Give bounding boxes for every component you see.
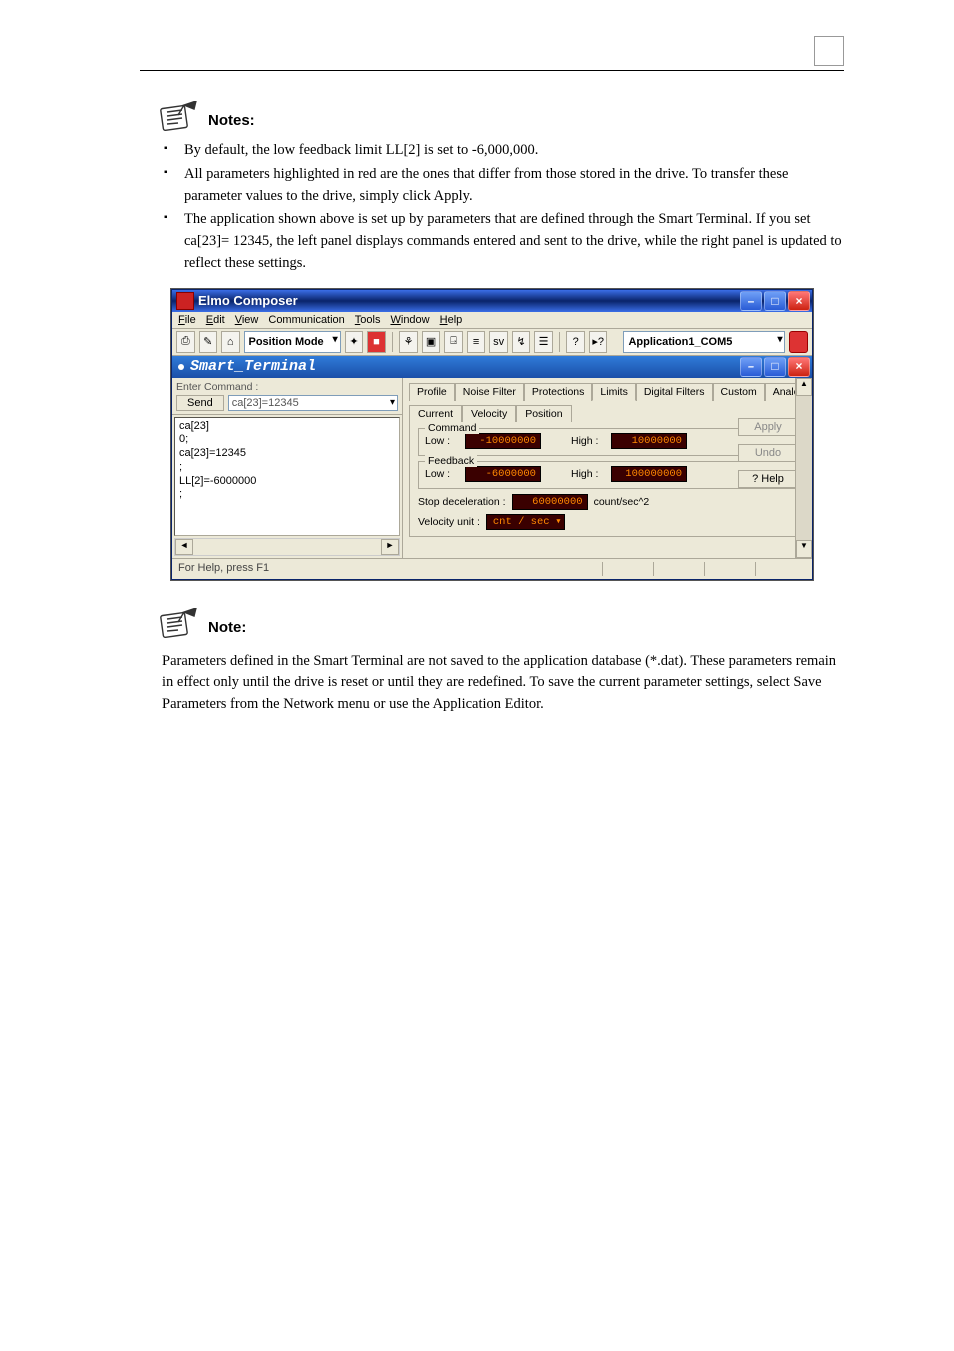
notes-heading: Notes: bbox=[208, 112, 255, 129]
application-select[interactable]: Application1_COM5 bbox=[623, 331, 785, 353]
feedback-low-field[interactable]: -6000000 bbox=[465, 466, 541, 482]
close-button[interactable]: × bbox=[788, 291, 810, 311]
page-number-box bbox=[814, 36, 844, 66]
command-history[interactable]: ca[23] 0; ca[23]=12345 ; LL[2]=-6000000 … bbox=[174, 417, 400, 536]
child-window-title: Smart_Terminal bbox=[190, 358, 316, 375]
menu-communication[interactable]: Communication bbox=[268, 314, 344, 326]
status-bar: For Help, press F1 bbox=[172, 558, 812, 579]
help-button[interactable]: ? Help bbox=[738, 470, 798, 488]
elmo-composer-window: Elmo Composer – □ × File Edit View Commu… bbox=[171, 289, 813, 580]
status-text: For Help, press F1 bbox=[178, 562, 269, 576]
label-high: High : bbox=[571, 468, 605, 480]
toolbar-button[interactable]: ⌂ bbox=[221, 331, 240, 353]
tab-protections[interactable]: Protections bbox=[524, 383, 593, 401]
feedback-high-field[interactable]: 100000000 bbox=[611, 466, 687, 482]
smart-terminal-window: Smart_Terminal – □ × Enter Command : Sen… bbox=[172, 356, 812, 558]
tab-digital-filters[interactable]: Digital Filters bbox=[636, 383, 713, 401]
tab-custom[interactable]: Custom bbox=[713, 383, 765, 401]
window-title: Elmo Composer bbox=[198, 293, 298, 308]
horizontal-scrollbar[interactable]: ◄ ► bbox=[174, 538, 400, 556]
label-low: Low : bbox=[425, 468, 459, 480]
stop-deceleration-field[interactable]: 60000000 bbox=[512, 494, 588, 510]
minimize-button[interactable]: – bbox=[740, 291, 762, 311]
help-icon[interactable]: ? bbox=[566, 331, 585, 353]
menu-view[interactable]: View bbox=[235, 314, 259, 326]
subtab-velocity[interactable]: Velocity bbox=[462, 405, 516, 422]
apply-button[interactable]: Apply bbox=[738, 418, 798, 436]
command-high-field[interactable]: 10000000 bbox=[611, 433, 687, 449]
scroll-down-icon[interactable]: ▼ bbox=[796, 540, 812, 558]
toolbar: ⎙ ✎ ⌂ Position Mode ✦ ■ ⚘ ▣ ⍈ ≡ sv ↯ ☰ ?… bbox=[172, 329, 812, 356]
toolbar-button[interactable]: ≡ bbox=[467, 331, 486, 353]
toolbar-button[interactable]: ▣ bbox=[422, 331, 441, 353]
toolbar-button[interactable]: ✎ bbox=[199, 331, 218, 353]
menubar: File Edit View Communication Tools Windo… bbox=[172, 312, 812, 329]
note-heading: Note: bbox=[208, 619, 246, 636]
scroll-up-icon[interactable]: ▲ bbox=[796, 378, 812, 396]
velocity-unit-select[interactable]: cnt / sec bbox=[486, 514, 565, 530]
context-help-icon[interactable]: ▸? bbox=[589, 331, 608, 353]
properties-pane: Profile Noise Filter Protections Limits … bbox=[403, 378, 812, 558]
subtab-position[interactable]: Position bbox=[516, 405, 571, 422]
label-velocity-unit: Velocity unit : bbox=[418, 516, 480, 528]
note-icon bbox=[158, 608, 198, 640]
send-button[interactable]: Send bbox=[176, 395, 224, 411]
help-icon: ? bbox=[752, 473, 758, 485]
toolbar-button[interactable]: ☰ bbox=[534, 331, 553, 353]
toolbar-button[interactable]: ⚘ bbox=[399, 331, 418, 353]
maximize-button[interactable]: □ bbox=[764, 291, 786, 311]
toolbar-button[interactable]: sv bbox=[489, 331, 508, 353]
child-window-icon bbox=[178, 364, 184, 370]
stop-button[interactable]: ■ bbox=[367, 331, 386, 353]
toolbar-button[interactable]: ✦ bbox=[345, 331, 364, 353]
menu-file[interactable]: File bbox=[178, 314, 196, 326]
note-item: By default, the low feedback limit LL[2]… bbox=[160, 140, 844, 162]
app-icon bbox=[176, 292, 194, 310]
label-stop-unit: count/sec^2 bbox=[594, 496, 650, 508]
scroll-left-icon[interactable]: ◄ bbox=[175, 539, 193, 555]
menu-window[interactable]: Window bbox=[390, 314, 429, 326]
undo-button[interactable]: Undo bbox=[738, 444, 798, 462]
label-low: Low : bbox=[425, 435, 459, 447]
toolbar-button[interactable]: ⍈ bbox=[444, 331, 463, 353]
child-minimize-button[interactable]: – bbox=[740, 357, 762, 377]
scroll-right-icon[interactable]: ► bbox=[381, 539, 399, 555]
command-low-field[interactable]: -10000000 bbox=[465, 433, 541, 449]
note-icon bbox=[158, 101, 198, 133]
subtab-current[interactable]: Current bbox=[409, 405, 462, 422]
terminal-pane: Enter Command : Send ca[23]=12345 ca[23]… bbox=[172, 378, 403, 558]
mode-select[interactable]: Position Mode bbox=[244, 331, 341, 353]
label-stop-deceleration: Stop deceleration : bbox=[418, 496, 506, 508]
group-feedback-title: Feedback bbox=[425, 455, 477, 467]
record-button[interactable] bbox=[789, 331, 808, 353]
menu-tools[interactable]: Tools bbox=[355, 314, 381, 326]
note-item: All parameters highlighted in red are th… bbox=[160, 164, 844, 208]
note-item: The application shown above is set up by… bbox=[160, 209, 844, 274]
group-command-title: Command bbox=[425, 422, 479, 434]
label-high: High : bbox=[571, 435, 605, 447]
toolbar-button[interactable]: ↯ bbox=[512, 331, 531, 353]
tab-profile[interactable]: Profile bbox=[409, 383, 455, 401]
tab-noise-filter[interactable]: Noise Filter bbox=[455, 383, 524, 401]
titlebar[interactable]: Elmo Composer – □ × bbox=[172, 290, 812, 312]
toolbar-button[interactable]: ⎙ bbox=[176, 331, 195, 353]
vertical-scrollbar[interactable]: ▲ ▼ bbox=[795, 378, 812, 558]
command-input[interactable]: ca[23]=12345 bbox=[228, 395, 398, 411]
note-body: Parameters defined in the Smart Terminal… bbox=[162, 651, 844, 716]
tab-limits[interactable]: Limits bbox=[592, 383, 635, 401]
notes-list: By default, the low feedback limit LL[2]… bbox=[160, 140, 844, 275]
menu-edit[interactable]: Edit bbox=[206, 314, 225, 326]
child-close-button[interactable]: × bbox=[788, 357, 810, 377]
child-maximize-button[interactable]: □ bbox=[764, 357, 786, 377]
menu-help[interactable]: Help bbox=[440, 314, 463, 326]
enter-command-label: Enter Command : bbox=[176, 381, 398, 393]
